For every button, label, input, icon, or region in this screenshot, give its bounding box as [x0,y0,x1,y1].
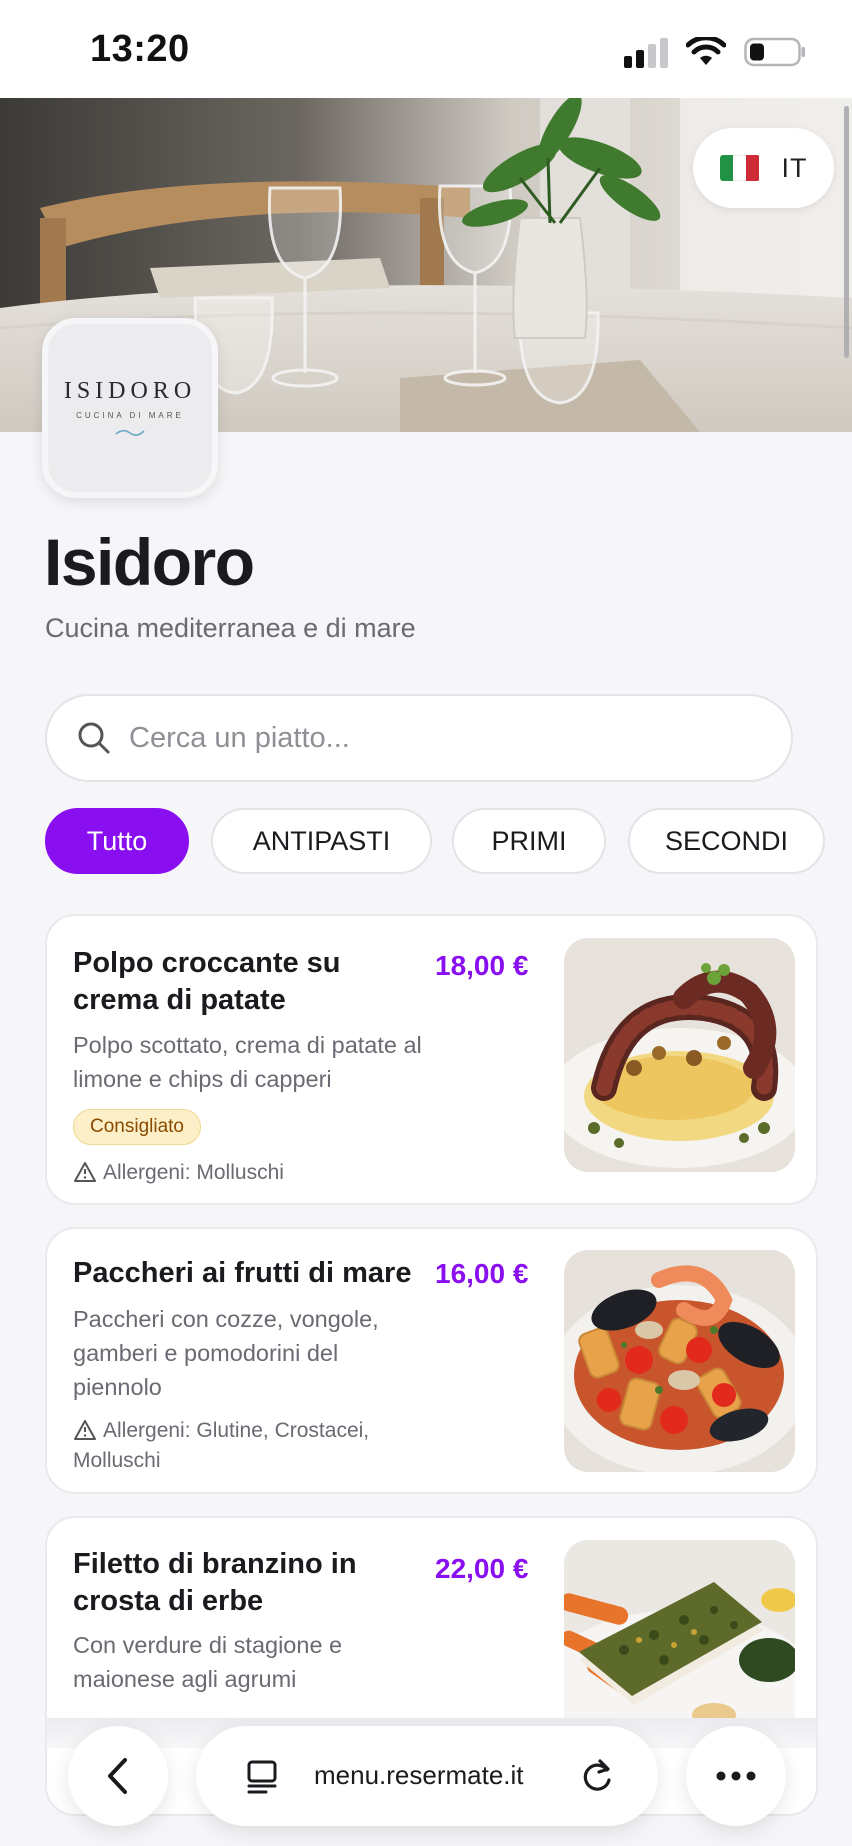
restaurant-subtitle: Cucina mediterranea e di mare [45,613,416,643]
signal-icon [624,36,668,68]
dish-description: Con verdure di stagione e maionese agli … [73,1632,343,1692]
logo-name: ISIDORO [63,378,197,404]
allergen-text: Allergeni: Molluschi [103,1161,284,1184]
browser-toolbar: menu.resermate.it [0,1718,852,1846]
dish-description: Paccheri con cozze, vongole, gamberi e p… [73,1306,379,1400]
dish-price: 22,00 € [435,1553,529,1584]
chip-antipasti[interactable]: ANTIPASTI [211,808,432,874]
dish-title: Polpo croccante su crema di patate [73,947,341,1016]
back-button[interactable] [68,1726,168,1826]
warning-icon [74,1420,96,1440]
dish-price: 16,00 € [435,1258,529,1289]
dish-image [564,1540,795,1720]
dish-description: Polpo scottato, crema di patate al limon… [73,1032,422,1092]
search-input[interactable] [129,721,729,755]
recommended-badge: Consigliato [73,1109,201,1145]
restaurant-logo: ISIDORO CUCINA DI MARE [42,318,218,498]
wifi-icon [686,37,726,65]
scrollbar[interactable] [844,106,849,358]
status-time: 13:20 [90,28,190,70]
dish-card[interactable]: Polpo croccante su crema di patate 18,00… [45,914,818,1205]
chevron-left-icon [108,1758,127,1794]
warning-icon [74,1162,96,1182]
dish-image [564,938,795,1172]
chip-tutto[interactable]: Tutto [45,808,189,874]
dish-allergens: Allergeni: Glutine, Crostacei, Molluschi [73,1416,413,1476]
dish-title: Paccheri ai frutti di mare [73,1257,412,1289]
dish-price: 18,00 € [435,950,529,981]
more-icon [716,1771,756,1781]
chip-secondi[interactable]: SECONDI [628,808,825,874]
reload-icon[interactable] [580,1758,614,1794]
language-code: IT [781,152,808,183]
more-options-button[interactable] [686,1726,786,1826]
flag-stripe-white [732,155,747,181]
search-bar[interactable] [45,694,793,782]
wave-icon [115,429,145,436]
dish-title: Filetto di branzino in crosta di erbe [73,1548,357,1617]
allergen-text: Allergeni: Glutine, Crostacei, Molluschi [73,1419,370,1472]
flag-stripe-green [719,155,733,181]
status-icons [624,36,806,68]
url-text: menu.resermate.it [314,1760,524,1790]
status-bar: 13:20 [0,0,852,98]
dish-image [564,1250,795,1472]
dish-card[interactable]: Paccheri ai frutti di mare 16,00 € Pacch… [45,1227,818,1494]
logo-tagline: CUCINA DI MARE [76,411,184,420]
dish-allergens: Allergeni: Molluschi [73,1158,453,1188]
battery-icon [744,37,805,67]
italy-flag-icon [719,155,760,181]
tabs-icon [247,1760,277,1794]
chip-primi[interactable]: PRIMI [452,808,606,874]
address-bar[interactable]: menu.resermate.it [196,1726,658,1826]
category-filter: Tutto ANTIPASTI PRIMI SECONDI [0,808,852,874]
flag-stripe-red [746,155,760,181]
restaurant-name: Isidoro [44,525,255,599]
search-icon [78,722,110,754]
language-selector[interactable]: IT [693,128,834,208]
